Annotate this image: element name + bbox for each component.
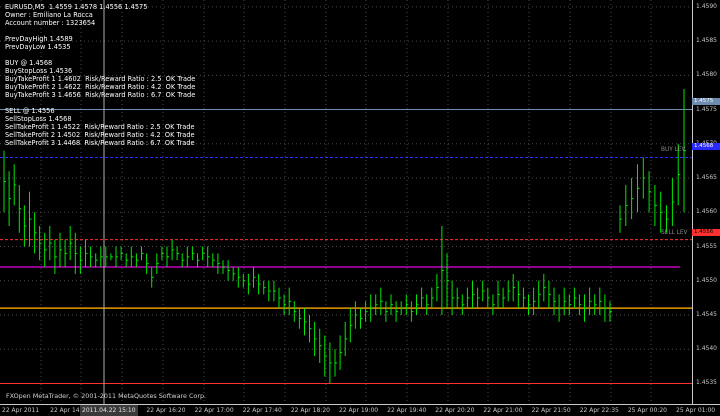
price-tick-label: 1.4555 <box>696 242 717 250</box>
prev-day-low: PrevDayLow 1.4535 <box>5 43 71 51</box>
time-tick-label: 22 Apr 19:40 <box>387 407 427 414</box>
time-tick-label: 25 Apr 01:00 <box>676 407 716 414</box>
buy-stop-loss: BuyStopLoss 1.4536 <box>5 67 73 75</box>
sell-take-profit-1: SellTakeProfit 1 1.4522 Risk/Reward Rati… <box>5 123 195 131</box>
price-tick-label: 1.4585 <box>696 37 717 45</box>
sell-stop-loss: SellStopLoss 1.4568 <box>5 115 72 123</box>
buy-price-tag: 1.4568 <box>692 143 720 150</box>
owner-line: Owner : Emiliano La Rocca <box>5 11 93 19</box>
time-tick-label: 22 Apr 17:00 <box>194 407 234 414</box>
price-tick-label: 1.4565 <box>696 174 717 182</box>
buy-at-line: BUY @ 1.4568 <box>5 59 53 67</box>
price-tick-label: 1.4580 <box>696 71 717 79</box>
sell-level-label: SELL LEV <box>661 230 688 236</box>
plot-area[interactable]: EURUSD,M5 1.4559 1.4578 1.4556 1.4575 Ow… <box>0 0 692 404</box>
time-tick-label: 22 Apr 19:00 <box>339 407 379 414</box>
time-tick-label: 25 Apr 00:20 <box>627 407 667 414</box>
price-axis[interactable]: 1.45901.45851.45801.45751.45701.45651.45… <box>692 0 720 404</box>
buy-take-profit-3: BuyTakeProfit 3 1.4656 Risk/Reward Ratio… <box>5 91 196 99</box>
crosshair-date-label: 2011.04.22 15:10 <box>80 405 138 416</box>
sell-price-tag: 1.4556 <box>692 229 720 236</box>
time-tick-label: 22 Apr 22:35 <box>579 407 619 414</box>
time-tick-label: 22 Apr 21:50 <box>531 407 571 414</box>
price-tick-label: 1.4590 <box>696 2 717 10</box>
buy-level-label: BUY LEV <box>661 147 686 153</box>
info-panel: EURUSD,M5 1.4559 1.4578 1.4556 1.4575 Ow… <box>5 3 195 147</box>
time-tick-label: 22 Apr 14: <box>50 407 82 414</box>
time-tick-label: 22 Apr 2011 <box>2 407 40 414</box>
price-tick-label: 1.4560 <box>696 208 717 216</box>
sell-take-profit-3: SellTakeProfit 3 1.4468 Risk/Reward Rati… <box>5 139 195 147</box>
copyright-text: FXOpen MetaTrader, © 2001-2011 MetaQuote… <box>6 392 207 400</box>
price-tick-label: 1.4575 <box>696 105 717 113</box>
current-price-tag: 1.4575 <box>692 98 720 105</box>
price-tick-label: 1.4545 <box>696 310 717 318</box>
time-tick-label: 22 Apr 20:20 <box>435 407 475 414</box>
price-tick-label: 1.4535 <box>696 379 717 387</box>
symbol-line: EURUSD,M5 1.4559 1.4578 1.4556 1.4575 <box>5 3 148 11</box>
time-tick-label: 22 Apr 16:20 <box>146 407 186 414</box>
buy-take-profit-1: BuyTakeProfit 1 1.4602 Risk/Reward Ratio… <box>5 75 196 83</box>
time-tick-label: 22 Apr 18:20 <box>290 407 330 414</box>
sell-at-line: SELL @ 1.4556 <box>5 107 55 115</box>
time-tick-label: 22 Apr 17:40 <box>242 407 282 414</box>
buy-take-profit-2: BuyTakeProfit 2 1.4622 Risk/Reward Ratio… <box>5 83 196 91</box>
time-tick-label: 22 Apr 21:00 <box>483 407 523 414</box>
prev-day-high: PrevDayHigh 1.4589 <box>5 35 73 43</box>
price-tick-label: 1.4540 <box>696 345 717 353</box>
price-tick-label: 1.4550 <box>696 276 717 284</box>
sell-take-profit-2: SellTakeProfit 2 1.4502 Risk/Reward Rati… <box>5 131 195 139</box>
account-line: Account number : 1323654 <box>5 19 96 27</box>
chart-window[interactable]: EURUSD,M5 1.4559 1.4578 1.4556 1.4575 Ow… <box>0 0 720 416</box>
